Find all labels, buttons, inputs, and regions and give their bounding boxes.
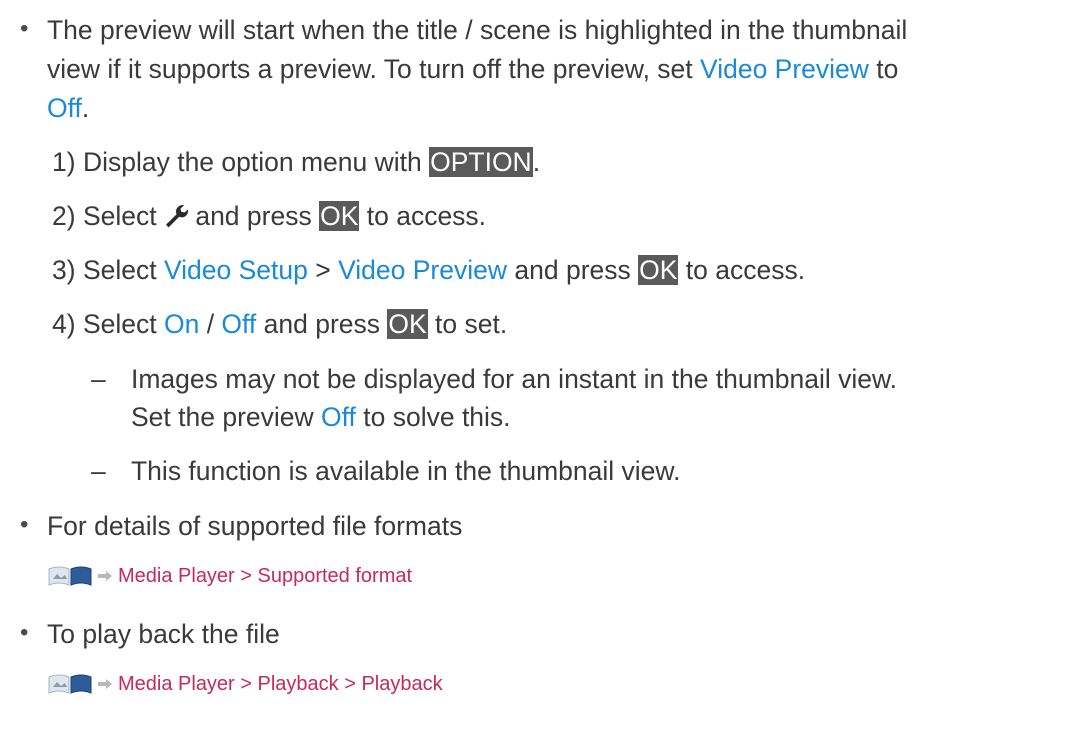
bullet2-text: For details of supported file formats [47,511,463,541]
step-text: Select [82,255,164,285]
bullet1-text-4: . [81,93,90,123]
step-number: 2) [52,201,76,231]
video-setup-link[interactable]: Video Setup [164,255,308,285]
bullet1-text-1: The preview will start when the title / … [47,15,908,45]
step-text: . [532,147,541,177]
bullet1-text-3: to [868,54,899,84]
bullet-dot: • [20,511,29,538]
step-text: to access. [359,201,487,231]
step-separator: / [199,309,222,339]
step-separator: > [307,255,339,285]
reference-link-supported-format[interactable]: Media Player > Supported format [118,563,412,589]
option-key: OPTION [429,147,533,177]
off-link[interactable]: Off [221,309,256,339]
step-text: and press [507,255,639,285]
arrow-right-icon [98,679,112,689]
note-text: to solve this. [355,402,511,432]
note-1-line1: – Images may not be displayed for an inst… [91,363,897,395]
note-text: This function is available in the thumbn… [131,456,681,486]
note-dash: – [91,364,106,394]
note-text: Images may not be displayed for an insta… [131,364,897,394]
step-text: to access. [678,255,806,285]
bullet1-line1: The preview will start when the title / … [47,14,907,46]
step-1: 1) Display the option menu with OPTION. [52,146,540,178]
bullet1-text-2: view if it supports a preview. To turn o… [47,54,701,84]
step-text: to set. [427,309,508,339]
bullet-dot: • [20,15,29,42]
step-number: 4) [52,309,76,339]
arrow-right-icon [98,571,112,581]
step-text: Display the option menu with [82,147,430,177]
note-dash: – [91,456,106,486]
ok-key: OK [319,201,360,231]
wrench-icon [165,205,188,228]
step-text: Select [82,309,164,339]
manual-book-icon[interactable] [47,673,93,695]
ok-key: OK [387,309,428,339]
bullet1-line2: view if it supports a preview. To turn o… [47,53,898,85]
step-3: 3) Select Video Setup > Video Preview an… [52,254,805,286]
on-link[interactable]: On [164,309,199,339]
step-number: 3) [52,255,76,285]
off-link[interactable]: Off [321,402,356,432]
note-1-line2: Set the preview Off to solve this. [131,401,511,433]
manual-book-icon[interactable] [47,565,93,587]
video-preview-link[interactable]: Video Preview [338,255,507,285]
off-link[interactable]: Off [47,93,82,123]
bullet1-line3: Off. [47,92,89,124]
step-number: 1) [52,147,76,177]
video-preview-link[interactable]: Video Preview [700,54,869,84]
bullet-dot: • [20,619,29,646]
note-2: – This function is available in the thumb… [91,455,680,487]
note-text: Set the preview [131,402,322,432]
ok-key: OK [638,255,679,285]
reference-link-playback[interactable]: Media Player > Playback > Playback [118,671,443,697]
step-text: Select [82,201,164,231]
step-4: 4) Select On / Off and press OK to set. [52,308,507,340]
step-text: and press [256,309,388,339]
step-2: 2) Select and press OK to access. [52,200,486,232]
bullet3-text: To play back the file [47,619,280,649]
step-text: and press [187,201,320,231]
